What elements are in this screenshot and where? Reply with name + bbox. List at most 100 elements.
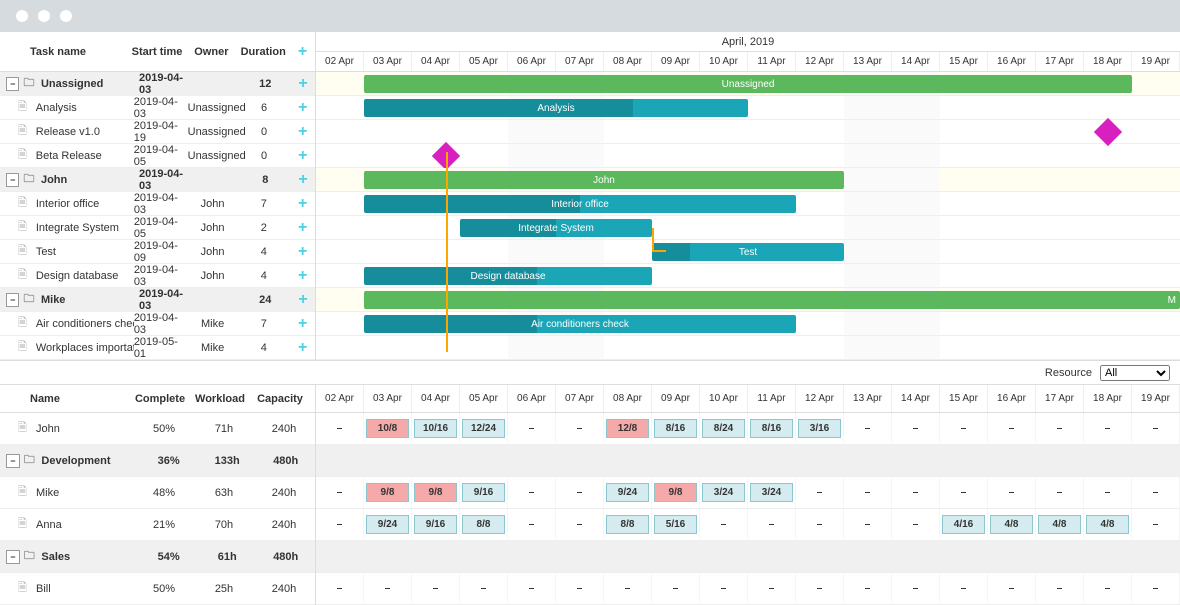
gantt-bar[interactable]: Integrate System [460, 219, 652, 237]
task-row[interactable]: 🗎Analysis2019-04-03Unassigned6+ [0, 96, 315, 120]
add-column-button[interactable]: + [298, 43, 307, 60]
dependency-link [446, 152, 448, 352]
task-row[interactable]: 🗎Test2019-04-09John4+ [0, 240, 315, 264]
col-workload: Workload [190, 393, 250, 405]
workload-cell: – [700, 509, 748, 540]
task-row[interactable]: 🗎Workplaces importation2019-05-01Mike4+ [0, 336, 315, 360]
add-task-button[interactable]: + [298, 291, 307, 308]
task-start: 2019-04-03 [134, 192, 188, 216]
resource-row[interactable]: 🗎Mike48%63h240h [0, 477, 315, 509]
add-task-button[interactable]: + [298, 267, 307, 284]
day-cell: 07 Apr [556, 385, 604, 412]
resource-row[interactable]: 🗎John50%71h240h [0, 413, 315, 445]
gantt-bar[interactable]: M [364, 291, 1180, 309]
add-task-button[interactable]: + [298, 171, 307, 188]
gantt-bar[interactable]: Air conditioners check [364, 315, 796, 333]
add-task-button[interactable]: + [298, 219, 307, 236]
task-row[interactable]: 🗎Integrate System2019-04-05John2+ [0, 216, 315, 240]
folder-icon: 🗀 [23, 170, 34, 189]
folder-icon: 🗀 [24, 547, 36, 566]
task-row[interactable]: 🗎Interior office2019-04-03John7+ [0, 192, 315, 216]
add-task-button[interactable]: + [298, 123, 307, 140]
workload-cell: – [316, 413, 364, 444]
gantt-bar[interactable]: Test [652, 243, 844, 261]
workload-cell: – [556, 509, 604, 540]
workload-cell: 4/8 [1036, 509, 1084, 540]
document-icon: 🗎 [18, 483, 30, 502]
workload-cell: – [796, 509, 844, 540]
resource-filter-label: Resource [1045, 367, 1092, 379]
resource-complete: 54% [139, 551, 198, 563]
task-row[interactable]: 🗎Air conditioners check2019-04-03Mike7+ [0, 312, 315, 336]
day-cell: 10 Apr [700, 385, 748, 412]
add-task-button[interactable]: + [298, 315, 307, 332]
progress-fill [364, 99, 633, 117]
task-duration: 7 [237, 318, 290, 330]
collapse-toggle[interactable]: − [6, 550, 20, 564]
add-task-button[interactable]: + [298, 99, 307, 116]
document-icon: 🗎 [18, 579, 30, 598]
resource-filter-select[interactable]: All [1100, 365, 1170, 381]
task-name: Unassigned [39, 78, 139, 90]
weekend-bg [892, 216, 940, 239]
resource-timeline[interactable]: 02 Apr03 Apr04 Apr05 Apr06 Apr07 Apr08 A… [316, 385, 1180, 605]
gantt-bar[interactable]: John [364, 171, 844, 189]
gantt-bar[interactable]: Design database [364, 267, 652, 285]
task-row[interactable]: 🗎Design database2019-04-03John4+ [0, 264, 315, 288]
day-cell: 16 Apr [988, 52, 1036, 71]
resource-capacity: 240h [254, 519, 314, 531]
workload-cell: – [1036, 413, 1084, 444]
collapse-toggle[interactable]: − [6, 454, 20, 468]
weekend-bg [892, 144, 940, 167]
workload-cell: 10/8 [364, 413, 412, 444]
gantt-bar[interactable]: Unassigned [364, 75, 1132, 93]
day-cell: 03 Apr [364, 52, 412, 71]
task-start: 2019-04-19 [134, 120, 188, 144]
resource-row[interactable]: 🗎Anna21%70h240h [0, 509, 315, 541]
task-row[interactable]: −🗀Mike2019-04-0324+ [0, 288, 315, 312]
workload-cell: – [796, 477, 844, 508]
task-start: 2019-04-03 [139, 288, 192, 312]
collapse-toggle[interactable]: − [6, 173, 19, 187]
weekend-bg [508, 120, 556, 143]
workload-cell: – [1132, 573, 1180, 604]
document-icon: 🗎 [18, 314, 30, 333]
add-task-button[interactable]: + [298, 195, 307, 212]
timeline[interactable]: April, 2019 02 Apr03 Apr04 Apr05 Apr06 A… [316, 32, 1180, 360]
task-duration: 4 [237, 246, 290, 258]
collapse-toggle[interactable]: − [6, 293, 19, 307]
task-owner: Unassigned [188, 102, 238, 114]
milestone-marker[interactable] [1094, 118, 1122, 146]
task-row[interactable]: 🗎Release v1.02019-04-19Unassigned0+ [0, 120, 315, 144]
weekend-bg [892, 96, 940, 119]
col-task-name: Task name [0, 46, 132, 58]
weekend-bg [508, 144, 556, 167]
document-icon: 🗎 [18, 515, 30, 534]
resource-row[interactable]: −🗀Sales54%61h480h [0, 541, 315, 573]
add-task-button[interactable]: + [298, 243, 307, 260]
bar-label: Design database [470, 271, 545, 282]
gantt-bar[interactable]: Interior office [364, 195, 796, 213]
resource-row[interactable]: −🗀Development36%133h480h [0, 445, 315, 477]
resource-workload: 71h [194, 423, 254, 435]
col-duration: Duration [236, 46, 290, 58]
day-cell: 08 Apr [604, 52, 652, 71]
gantt-bar[interactable]: Analysis [364, 99, 748, 117]
task-name: John [39, 174, 139, 186]
resource-complete: 50% [134, 423, 194, 435]
task-row[interactable]: −🗀John2019-04-038+ [0, 168, 315, 192]
add-task-button[interactable]: + [298, 339, 307, 356]
resource-name: Development [39, 455, 139, 467]
weekend-bg [892, 168, 940, 191]
collapse-toggle[interactable]: − [6, 77, 19, 91]
add-task-button[interactable]: + [298, 147, 307, 164]
task-row[interactable]: 🗎Beta Release2019-04-05Unassigned0+ [0, 144, 315, 168]
task-row[interactable]: −🗀Unassigned2019-04-0312+ [0, 72, 315, 96]
workload-cell: 3/24 [748, 477, 796, 508]
weekend-bg [556, 336, 604, 359]
add-task-button[interactable]: + [298, 75, 307, 92]
resource-row[interactable]: 🗎Bill50%25h240h [0, 573, 315, 605]
day-cell: 16 Apr [988, 385, 1036, 412]
resource-workload: 61h [198, 551, 257, 563]
weekend-bg [892, 336, 940, 359]
